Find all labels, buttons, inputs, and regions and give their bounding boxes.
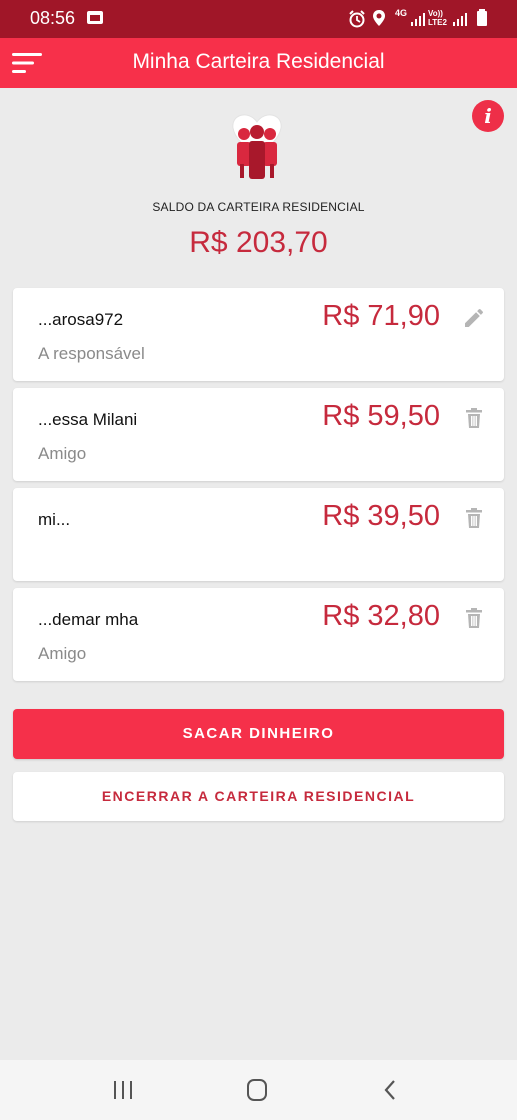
member-amount: R$ 71,90 — [322, 300, 440, 332]
member-amount: R$ 59,50 — [322, 400, 440, 432]
location-icon — [373, 10, 385, 26]
system-nav-bar — [0, 1060, 517, 1120]
balance-label: SALDO DA CARTEIRA RESIDENCIAL — [152, 200, 365, 214]
member-name: ...demar mha — [38, 610, 139, 626]
family-wallet-logo — [232, 114, 282, 179]
recent-apps-icon[interactable] — [110, 1078, 136, 1102]
member-name: mi... — [38, 510, 71, 526]
home-icon[interactable] — [244, 1078, 270, 1102]
status-time: 08:56 — [30, 8, 76, 28]
trash-icon[interactable] — [462, 506, 486, 530]
info-button[interactable]: i — [472, 100, 504, 132]
member-card[interactable]: ...essa Milani Amigo R$ 59,50 — [13, 388, 504, 481]
withdraw-button[interactable]: SACAR DINHEIRO — [13, 709, 504, 759]
member-name: ...arosa972 — [38, 310, 124, 326]
member-card[interactable]: mi... R$ 39,50 — [13, 488, 504, 581]
network-type-label: 4G — [395, 8, 408, 18]
balance-value: R$ 203,70 — [189, 226, 328, 259]
back-icon[interactable] — [378, 1078, 404, 1102]
trash-icon[interactable] — [462, 606, 486, 630]
status-bar: 08:56 4G Vo)) LTE2 — [0, 0, 517, 38]
member-card[interactable]: ...demar mha Amigo R$ 32,80 — [13, 588, 504, 681]
member-name: ...essa Milani — [38, 410, 138, 426]
member-role: Amigo — [38, 444, 87, 463]
member-card[interactable]: ...arosa972 A responsável R$ 71,90 — [13, 288, 504, 381]
page-title: Minha Carteira Residencial — [132, 50, 385, 73]
info-icon: i — [484, 104, 492, 128]
member-role: A responsável — [38, 344, 145, 363]
member-role: Amigo — [38, 644, 87, 663]
volte-label: Vo)) LTE2 — [428, 9, 447, 27]
close-wallet-button[interactable]: ENCERRAR A CARTEIRA RESIDENCIAL — [13, 772, 504, 821]
signal-2-icon — [453, 13, 467, 26]
trash-icon[interactable] — [462, 406, 486, 430]
app-bar: Minha Carteira Residencial — [0, 38, 517, 88]
cast-icon — [87, 11, 103, 24]
member-amount: R$ 39,50 — [322, 500, 440, 532]
pencil-icon[interactable] — [462, 306, 486, 330]
member-amount: R$ 32,80 — [322, 600, 440, 632]
battery-icon — [477, 9, 487, 26]
signal-icon — [411, 13, 425, 26]
alarm-icon — [349, 10, 365, 28]
